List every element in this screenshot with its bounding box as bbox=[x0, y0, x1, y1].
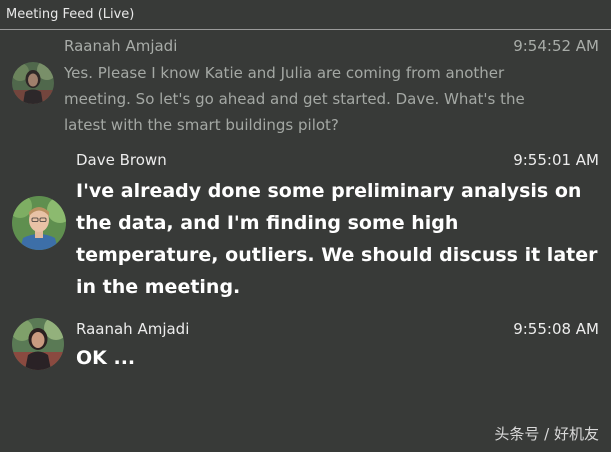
message-time: 9:55:08 AM bbox=[513, 320, 599, 338]
dave-avatar bbox=[12, 196, 66, 250]
message-sender: Raanah Amjadi bbox=[76, 320, 190, 338]
message-time: 9:55:01 AM bbox=[513, 151, 599, 169]
raanah-avatar bbox=[12, 62, 54, 104]
feed-title: Meeting Feed (Live) bbox=[6, 7, 135, 22]
chat-message: Dave Brown 9:55:01 AM I've already done … bbox=[0, 148, 611, 308]
feed-header: Meeting Feed (Live) bbox=[0, 0, 611, 30]
chat-message: Raanah Amjadi 9:54:52 AM Yes. Please I k… bbox=[0, 34, 611, 134]
chat-message: Raanah Amjadi 9:55:08 AM OK ... bbox=[0, 316, 611, 386]
message-text: OK ... bbox=[76, 347, 136, 369]
raanah-avatar bbox=[12, 318, 64, 370]
message-text: I've already done some preliminary analy… bbox=[76, 180, 598, 298]
message-sender: Raanah Amjadi bbox=[64, 37, 178, 55]
message-text: Yes. Please I know Katie and Julia are c… bbox=[64, 64, 525, 134]
message-sender: Dave Brown bbox=[76, 151, 167, 169]
watermark: 头条号 / 好机友 bbox=[494, 425, 599, 443]
message-time: 9:54:52 AM bbox=[513, 37, 599, 55]
